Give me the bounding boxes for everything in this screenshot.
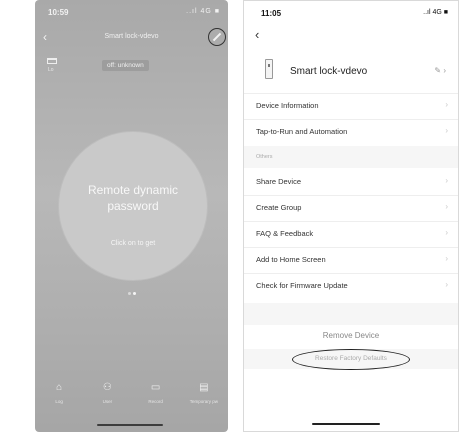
row-tap-to-run[interactable]: Tap-to-Run and Automation › (244, 119, 458, 145)
remote-password-title: Remote dynamic password (59, 182, 207, 214)
remove-device-button[interactable]: Remove Device (244, 325, 458, 347)
device-settings-screen: 11:05 ..ıl 4G ■ ‹ Smart lock-vdevo ✎ › D… (243, 0, 459, 432)
row-label: Check for Firmware Update (256, 281, 348, 290)
restore-factory-defaults-button[interactable]: Restore Factory Defaults (292, 349, 410, 370)
status-bar: 11:05 ..ıl 4G ■ (261, 9, 450, 21)
nav-label: Temporary pw (189, 399, 218, 404)
nav-item-log[interactable]: ⌂ Log (35, 382, 83, 408)
chevron-right-icon: › (445, 100, 448, 109)
row-label: Tap-to-Run and Automation (256, 127, 348, 136)
home-indicator (97, 424, 163, 426)
page-dot-active (132, 292, 136, 295)
chevron-right-icon: › (445, 176, 448, 185)
remote-password-subtitle: Click on to get (110, 240, 156, 247)
home-indicator (312, 423, 380, 425)
row-label: Share Device (256, 177, 302, 186)
remote-password-title-line2: password (107, 199, 159, 213)
page-indicator (35, 282, 228, 300)
chevron-right-icon: › (445, 126, 448, 135)
page-title: Smart lock-vdevo (104, 33, 159, 40)
record-icon: ▭ (150, 382, 161, 393)
bottom-nav: ⌂ Log ⚇ User ▭ Record ▤ Temporary pw (35, 382, 228, 408)
lock-device-icon (265, 59, 273, 79)
row-label: Create Group (256, 203, 302, 212)
row-share-device[interactable]: Share Device › (244, 169, 458, 195)
row-device-information[interactable]: Device Information › (244, 93, 458, 119)
chevron-right-icon: › (445, 228, 448, 237)
card-icon-label: Lo (48, 67, 54, 73)
status-time: 11:05 (261, 9, 282, 18)
row-label: FAQ & Feedback (256, 229, 314, 238)
row-add-to-home-screen[interactable]: Add to Home Screen › (244, 247, 458, 273)
nav-item-temporary-password[interactable]: ▤ Temporary pw (180, 382, 228, 408)
section-header-others: Others (244, 146, 458, 168)
temporary-password-icon: ▤ (199, 382, 209, 393)
remote-password-button[interactable]: Remote dynamic password Click on to get (59, 132, 207, 280)
status-badge: off: unknown (102, 60, 149, 71)
card-icon (47, 58, 57, 64)
nav-label: Record (148, 399, 163, 404)
nav-label: User (102, 399, 113, 404)
lock-control-screen: 10:59 ..ıl 4G ■ ‹ Smart lock-vdevo Lo of… (35, 0, 228, 432)
nav-item-user[interactable]: ⚇ User (83, 382, 131, 408)
page-dot (127, 292, 131, 295)
edit-icon[interactable] (208, 28, 226, 46)
status-bar: 10:59 ..ıl 4G ■ (48, 8, 220, 20)
row-faq-feedback[interactable]: FAQ & Feedback › (244, 221, 458, 247)
log-icon: ⌂ (56, 382, 63, 393)
chevron-right-icon: › (445, 254, 448, 263)
section-label: Others (256, 154, 273, 160)
row-check-firmware[interactable]: Check for Firmware Update › (244, 273, 458, 299)
remote-password-title-line1: Remote dynamic (87, 183, 179, 197)
user-icon: ⚇ (102, 382, 112, 393)
row-label: Device Information (256, 101, 319, 110)
row-label: Add to Home Screen (256, 255, 326, 264)
row-create-group[interactable]: Create Group › (244, 195, 458, 221)
nav-item-record[interactable]: ▭ Record (132, 382, 180, 408)
nav-label: Log (55, 399, 63, 404)
chevron-right-icon: › (445, 202, 448, 211)
status-time: 10:59 (48, 8, 69, 17)
device-header[interactable]: Smart lock-vdevo ✎ › (244, 49, 458, 93)
chevron-right-icon: › (445, 280, 448, 289)
edit-icon[interactable]: ✎ › (434, 66, 446, 75)
section-gap (244, 303, 458, 325)
signal-battery-icon: ..ıl 4G ■ (186, 8, 220, 15)
device-name: Smart lock-vdevo (290, 66, 368, 77)
signal-battery-icon: ..ıl 4G ■ (423, 9, 448, 16)
back-icon[interactable]: ‹ (255, 27, 259, 42)
